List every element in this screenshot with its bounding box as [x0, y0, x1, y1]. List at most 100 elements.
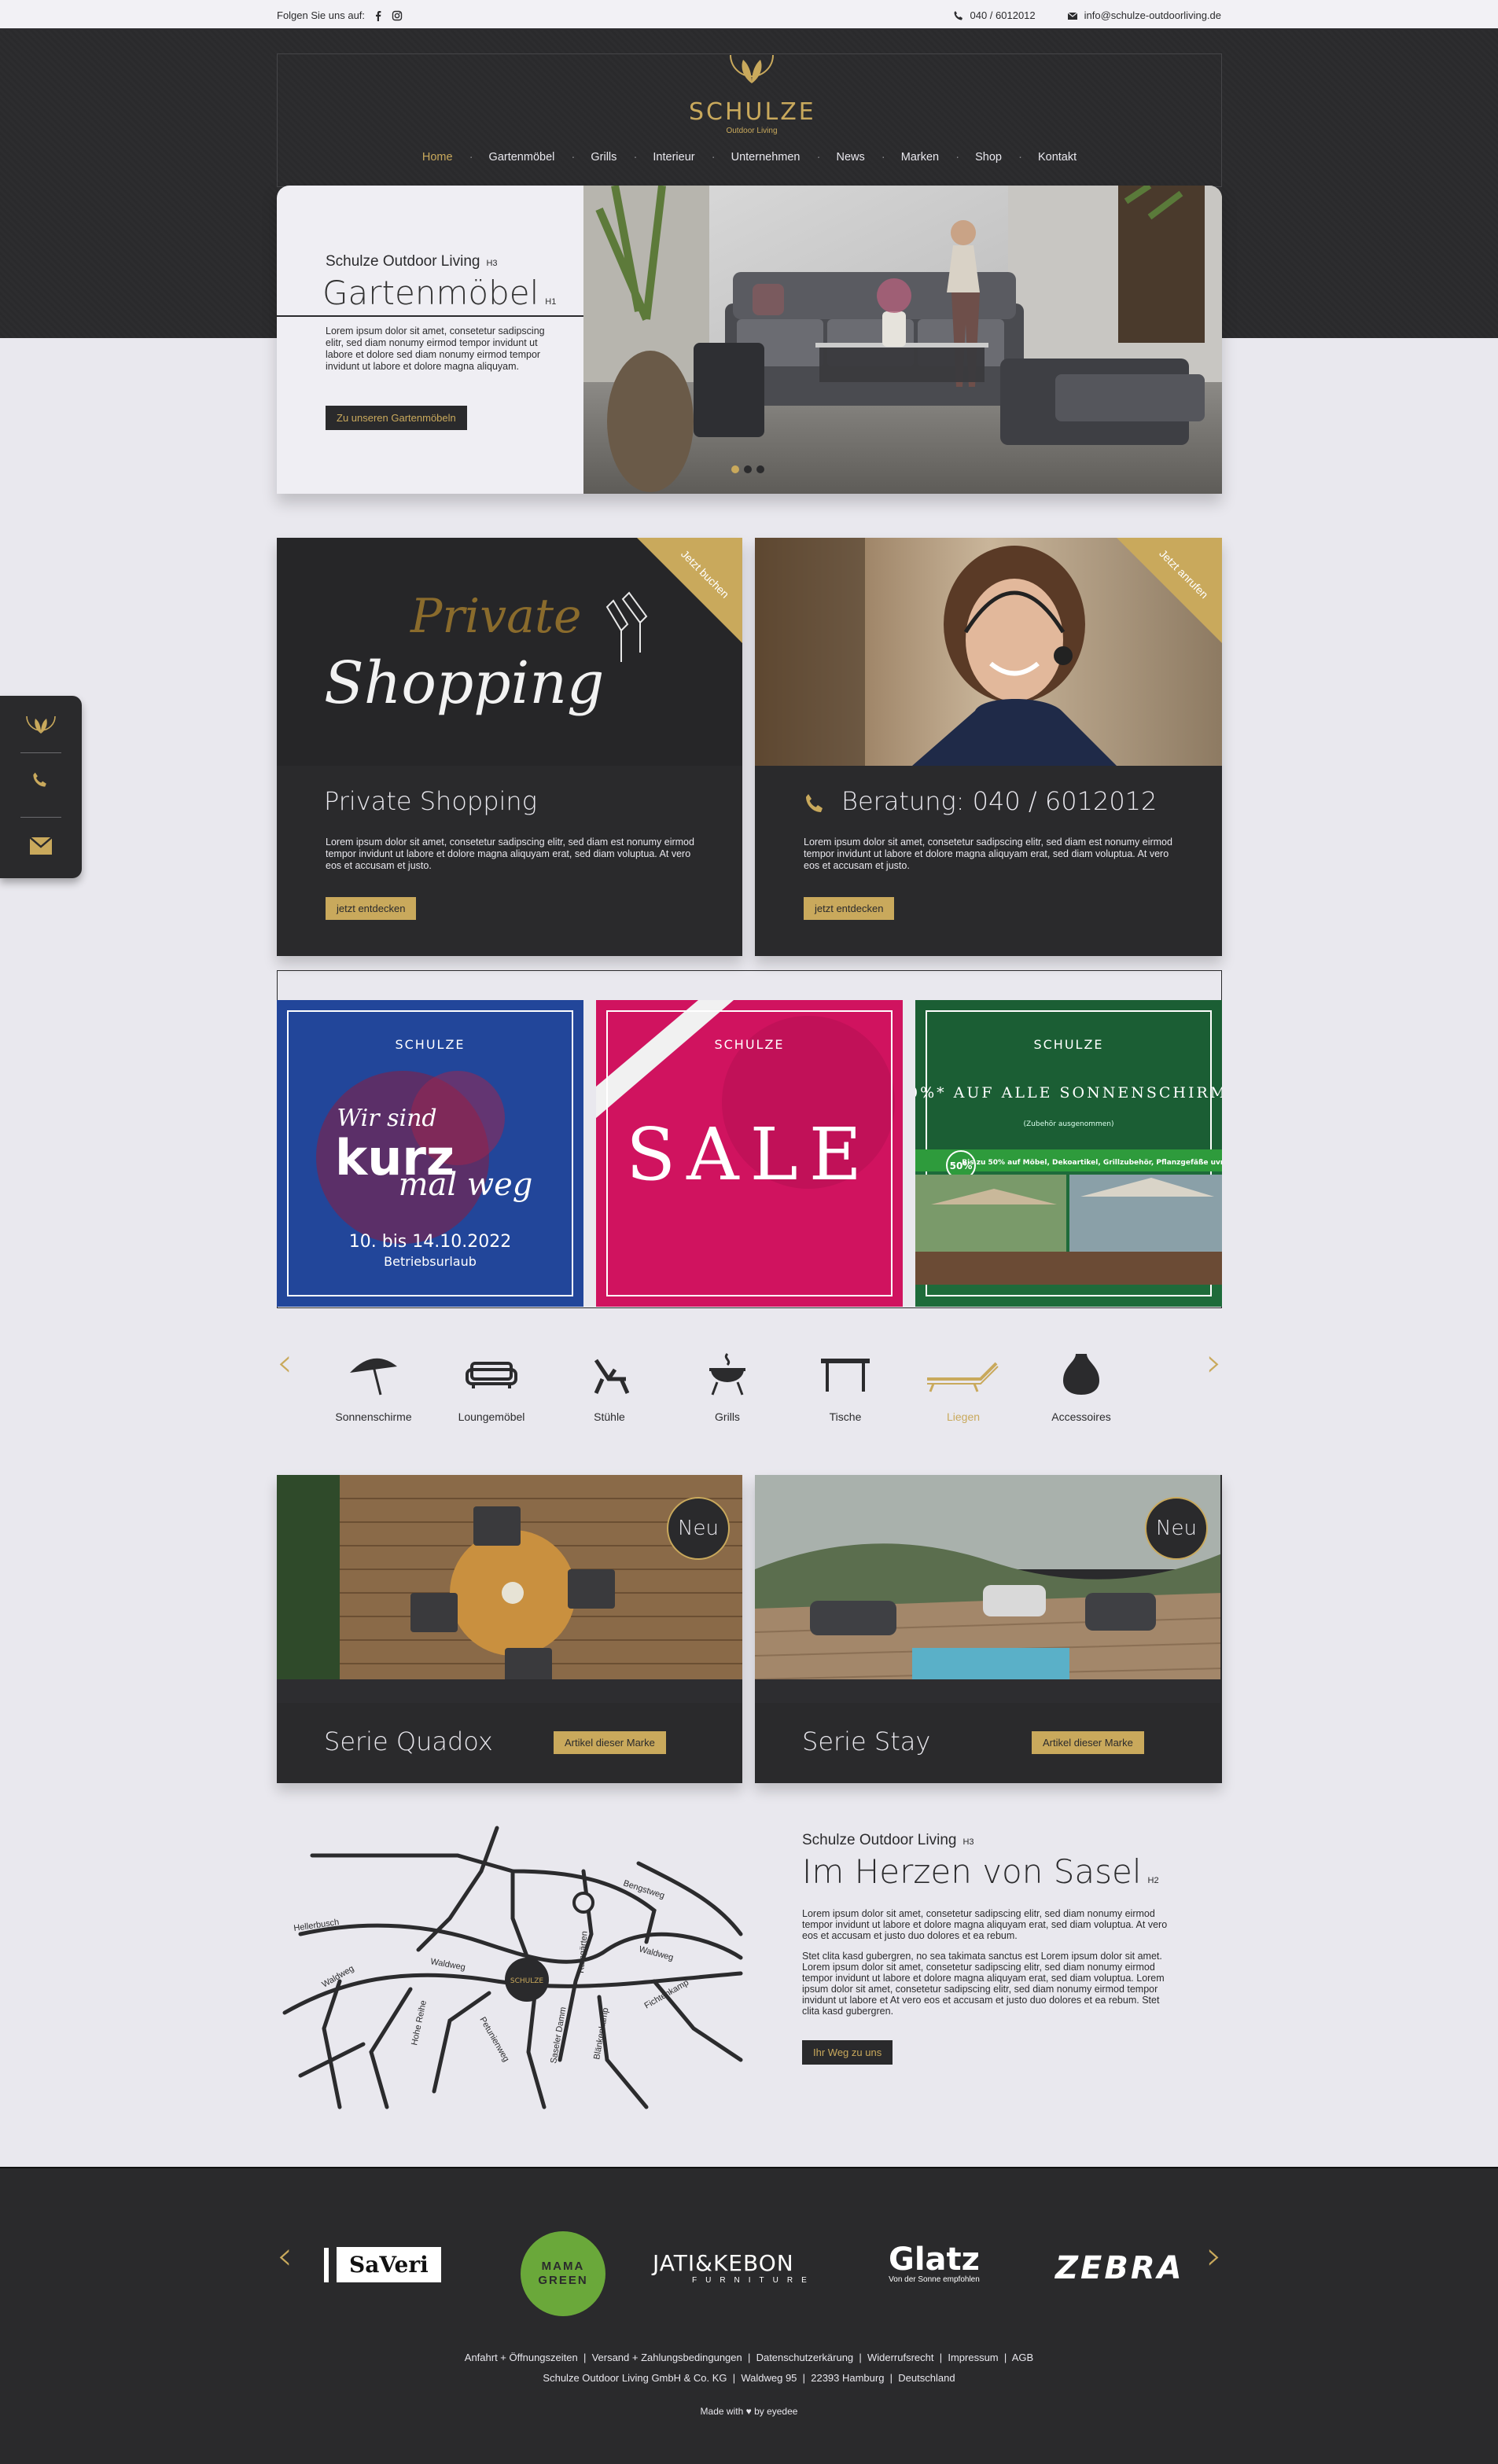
chevron-left-icon[interactable]: ‹ — [277, 2233, 293, 2278]
brand-name: JATI&KEBON — [653, 2250, 794, 2276]
banner-sonnenschirme[interactable]: SCHULZE 10%* AUF ALLE SONNENSCHIRME (Zub… — [915, 1000, 1222, 1307]
promo-text: Lorem ipsum dolor sit amet, consetetur s… — [804, 837, 1172, 871]
location-map[interactable]: SCHULZE Hellerbusch Waldweg Waldweg Wald… — [277, 1824, 749, 2123]
hero-title-tag: H1 — [545, 297, 557, 307]
phone-icon — [954, 10, 962, 20]
phone-link[interactable]: 040 / 6012012 — [953, 9, 1036, 21]
category-sonnenschirme[interactable]: Sonnenschirme — [322, 1351, 425, 1423]
product-title: Serie Quadox — [324, 1727, 493, 1756]
hero-cta-button[interactable]: Zu unseren Gartenmöbeln — [326, 406, 467, 430]
category-label: Tische — [829, 1410, 862, 1423]
side-contact-widget — [0, 696, 82, 878]
brand-articles-button[interactable]: Artikel dieser Marke — [554, 1731, 666, 1754]
nav-interieur[interactable]: Interieur — [635, 151, 715, 164]
footer-links: Anfahrt + Öffnungszeiten | Versand + Zah… — [0, 2348, 1498, 2389]
category-liegen[interactable]: Liegen — [912, 1351, 1014, 1423]
banner-sale[interactable]: SCHULZE SALE — [596, 1000, 903, 1307]
category-label: Stühle — [594, 1410, 625, 1423]
facebook-icon[interactable] — [373, 10, 384, 21]
mail-icon[interactable] — [30, 837, 52, 855]
category-tische[interactable]: Tische — [794, 1351, 896, 1423]
hero-kicker: Schulze Outdoor Living — [326, 253, 480, 270]
discount-strip: Bis zu 50% auf Möbel, Dekoartikel, Grill… — [962, 1159, 1222, 1167]
heart-icon: ♥ — [745, 2406, 752, 2417]
hero-lounge-image — [583, 186, 1222, 494]
category-stuehle[interactable]: Stühle — [558, 1351, 661, 1423]
banner-date: 10. bis 14.10.2022 — [349, 1232, 511, 1252]
category-accessoires[interactable]: Accessoires — [1030, 1351, 1132, 1423]
promo-card-private-shopping: Private Shopping Jetzt buchen Private Sh… — [277, 538, 742, 956]
product-card-stay[interactable]: Neu Serie Stay Artikel dieser Marke — [755, 1475, 1222, 1783]
brand-glatz-logo[interactable]: Glatz Von der Sonne empfohlen — [889, 2244, 980, 2284]
about-title: Im Herzen von Sasel — [802, 1852, 1142, 1891]
discover-button[interactable]: jetzt entdecken — [804, 897, 895, 920]
promo-card-beratung: Jetzt anrufen Beratung: 040 / 6012012 Lo… — [755, 538, 1222, 956]
brand-zebra-logo[interactable]: ZEBRA — [1055, 2250, 1184, 2286]
nav-unternehmen[interactable]: Unternehmen — [713, 151, 821, 164]
nav-news[interactable]: News — [818, 151, 885, 164]
footer-link[interactable]: AGB — [1012, 2352, 1033, 2363]
promo-title: Beratung: 040 / 6012012 — [841, 786, 1158, 816]
hero-text: Lorem ipsum dolor sit amet, consetetur s… — [326, 325, 545, 372]
leaf-logo-icon[interactable] — [24, 713, 58, 740]
side-divider — [20, 752, 61, 753]
brand-jatikebon-logo[interactable]: JATI&KEBON FURNITURE — [653, 2250, 815, 2285]
footer-link-row: Anfahrt + Öffnungszeiten | Versand + Zah… — [464, 2352, 1034, 2363]
lounger-icon — [927, 1362, 999, 1392]
promo-image-chalkboard: Private Shopping Jetzt buchen — [277, 538, 742, 766]
contact-links: 040 / 6012012 info@schulze-outdoorliving… — [953, 9, 1221, 21]
main-nav: Home Gartenmöbel Grills Interieur Untern… — [277, 151, 1222, 164]
made-with-credit[interactable]: Made with ♥ by eyedee — [0, 2406, 1498, 2417]
about-kicker-wrap: Schulze Outdoor Living H3 — [802, 1832, 1180, 1849]
nav-marken[interactable]: Marken — [883, 151, 960, 164]
brand-saveri-logo[interactable]: SaVeri — [324, 2247, 441, 2282]
directions-button[interactable]: Ihr Weg zu uns — [802, 2040, 893, 2065]
nav-shop[interactable]: Shop — [957, 151, 1022, 164]
chevron-right-icon[interactable]: › — [1206, 2233, 1222, 2278]
site-logo[interactable]: SCHULZE Outdoor Living — [689, 49, 815, 135]
brand-mamagreen-logo[interactable]: MAMA GREEN — [521, 2231, 605, 2316]
footer-link[interactable]: Datenschutzerkärung — [756, 2352, 854, 2363]
email-address: info@schulze-outdoorliving.de — [1084, 9, 1221, 21]
street-label: Bengstweg — [622, 1878, 665, 1900]
banner-betriebsurlaub[interactable]: SCHULZE Wir sind kurz mal weg 10. bis 14… — [277, 1000, 583, 1307]
nav-home[interactable]: Home — [404, 151, 473, 164]
hero-title-wrap: Gartenmöbel H1 — [322, 274, 556, 312]
footer-link[interactable]: Widerrufsrecht — [867, 2352, 934, 2363]
slider-dot-2[interactable] — [744, 465, 752, 473]
instagram-icon[interactable] — [392, 10, 403, 21]
parasol-small: (Zubehör ausgenommen) — [1023, 1120, 1113, 1128]
footer-link[interactable]: Anfahrt + Öffnungszeiten — [465, 2352, 578, 2363]
brand-articles-button[interactable]: Artikel dieser Marke — [1032, 1731, 1144, 1754]
banner-line-3: mal weg — [399, 1167, 533, 1203]
chevron-left-icon[interactable]: ‹ — [277, 1340, 293, 1385]
discover-button[interactable]: jetzt entdecken — [326, 897, 417, 920]
brand-carousel: ‹ › SaVeri MAMA GREEN JATI&KEBON FURNITU… — [277, 2217, 1222, 2316]
new-badge: Neu — [1145, 1497, 1208, 1560]
slider-dot-3[interactable] — [756, 465, 764, 473]
hero-title: Gartenmöbel — [322, 274, 539, 312]
chevron-right-icon[interactable]: › — [1206, 1340, 1222, 1385]
footer-link[interactable]: Versand + Zahlungsbedingungen — [592, 2352, 742, 2363]
follow-label: Folgen Sie uns auf: — [277, 9, 366, 21]
banner-logo-text: SCHULZE — [714, 1037, 784, 1052]
email-link[interactable]: info@schulze-outdoorliving.de — [1067, 9, 1221, 21]
table-icon — [821, 1359, 870, 1392]
about-title-wrap: Im Herzen von Sasel H2 — [802, 1852, 1180, 1891]
category-label: Grills — [715, 1410, 740, 1423]
footer-link[interactable]: Impressum — [948, 2352, 998, 2363]
logo-name: SCHULZE — [689, 98, 816, 126]
phone-icon[interactable] — [31, 771, 49, 789]
nav-gartenmoebel[interactable]: Gartenmöbel — [471, 151, 576, 164]
brand-name: MAMA GREEN — [538, 2260, 588, 2287]
nav-grills[interactable]: Grills — [572, 151, 637, 164]
vase-icon — [1063, 1354, 1099, 1395]
category-grills[interactable]: Grills — [676, 1351, 778, 1423]
hero-text-panel: Schulze Outdoor Living H3 Gartenmöbel H1 L… — [277, 186, 583, 494]
category-loungemoebel[interactable]: Loungemöbel — [440, 1351, 543, 1423]
slider-dots — [731, 465, 764, 473]
slider-dot-1[interactable] — [731, 465, 739, 473]
hero-kicker-tag: H3 — [486, 259, 498, 268]
nav-kontakt[interactable]: Kontakt — [1020, 151, 1095, 164]
product-card-quadox[interactable]: Neu Serie Quadox Artikel dieser Marke — [277, 1475, 742, 1783]
